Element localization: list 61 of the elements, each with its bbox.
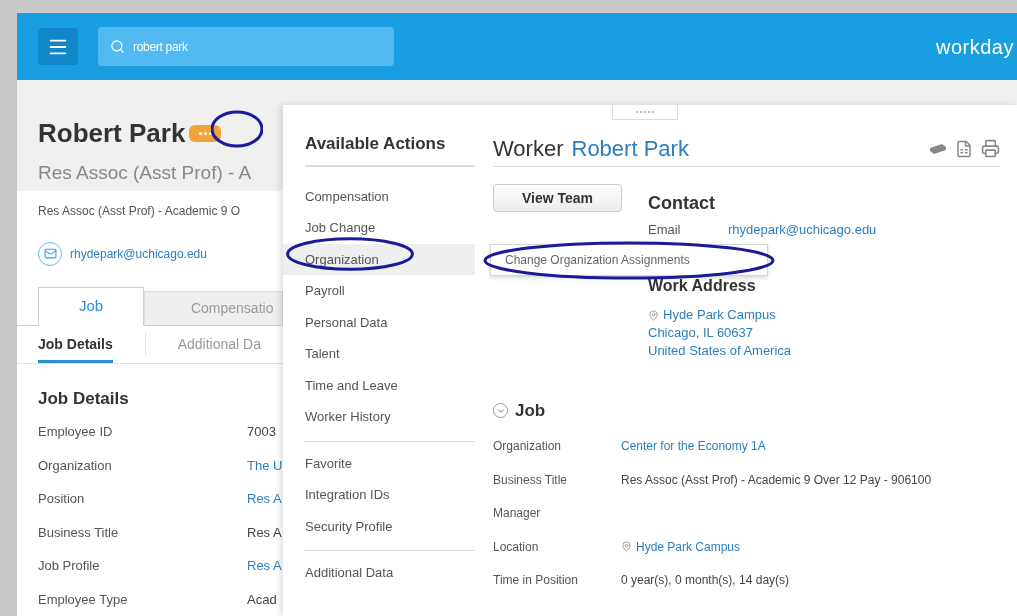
field-value: Res Assoc (Asst Prof) - Academic 9 Over 12 Pay - 906100 bbox=[621, 471, 932, 489]
action-item[interactable]: Job Change bbox=[283, 212, 475, 244]
field-value: Res A bbox=[247, 523, 282, 542]
section-heading: Work Address bbox=[648, 276, 757, 296]
action-item[interactable]: Security Profile bbox=[283, 510, 475, 542]
field-label: Business Title bbox=[493, 471, 569, 489]
field-value-link[interactable]: Res A bbox=[247, 556, 282, 576]
field-label: Business Title bbox=[38, 523, 120, 542]
action-item[interactable]: Worker History bbox=[283, 401, 475, 433]
field-label: Organization bbox=[38, 456, 113, 475]
field-label: Organization bbox=[493, 438, 563, 456]
field-label: Employee Type bbox=[38, 590, 129, 609]
action-item[interactable]: Compensation bbox=[283, 180, 475, 212]
tag-icon[interactable] bbox=[929, 142, 947, 155]
field-label: Time in Position bbox=[493, 572, 579, 590]
field-value-link[interactable]: Center for the Economy 1A bbox=[621, 437, 766, 456]
field-label: Email bbox=[648, 221, 682, 240]
menu-button[interactable] bbox=[38, 28, 78, 65]
location-pin-icon bbox=[648, 309, 659, 321]
worker-name: Robert Park bbox=[38, 120, 186, 146]
drag-handle-icon[interactable] bbox=[612, 105, 678, 120]
field-label: Job Profile bbox=[38, 557, 101, 575]
field-value: 7003 bbox=[247, 423, 276, 441]
action-item[interactable]: Favorite bbox=[283, 447, 475, 479]
subtab[interactable]: Job Details bbox=[38, 325, 113, 363]
field-value-link[interactable]: Hyde Park Campus bbox=[636, 537, 741, 556]
field-label: Location bbox=[493, 538, 540, 556]
actions-title: Available Actions bbox=[305, 131, 475, 167]
field-value-link[interactable]: The U bbox=[247, 455, 283, 475]
address-link[interactable]: Chicago, IL 60637 bbox=[648, 324, 877, 342]
panel-title: Worker bbox=[493, 135, 564, 163]
action-item[interactable]: Time and Leave bbox=[283, 369, 475, 401]
action-item[interactable]: Integration IDs bbox=[283, 479, 475, 511]
worker-name-link[interactable]: Robert Park bbox=[571, 132, 689, 165]
view-team-button[interactable]: View Team bbox=[493, 184, 622, 212]
location-pin-icon bbox=[621, 541, 632, 553]
action-item[interactable]: Organization bbox=[283, 243, 475, 275]
tab[interactable]: Job bbox=[38, 286, 144, 326]
field-label: Employee ID bbox=[38, 423, 114, 441]
field-value: Acad bbox=[247, 590, 277, 609]
position-text: Res Assoc (Asst Prof) - Academic 9 O bbox=[38, 202, 242, 220]
spreadsheet-icon[interactable] bbox=[955, 139, 973, 158]
field-label: Manager bbox=[493, 505, 542, 523]
field-value: 0 year(s), 0 month(s), 14 day(s) bbox=[621, 572, 790, 590]
worker-subtitle: Res Assoc (Asst Prof) - A bbox=[38, 161, 253, 185]
field-label: Position bbox=[38, 490, 86, 508]
search-icon bbox=[110, 39, 125, 54]
address-link[interactable]: Hyde Park Campus bbox=[663, 306, 776, 324]
print-icon[interactable] bbox=[981, 139, 1000, 158]
field-value-link[interactable]: Res A bbox=[247, 489, 282, 509]
section-heading: Contact bbox=[648, 192, 716, 215]
section-heading: Job bbox=[515, 400, 546, 422]
action-item[interactable]: Additional Data bbox=[283, 557, 475, 589]
address-link[interactable]: United States of America bbox=[648, 342, 877, 360]
section-heading: Job Details bbox=[38, 387, 130, 410]
logo: workday bbox=[936, 34, 1014, 60]
email-link[interactable]: rhydepark@uchicago.edu bbox=[728, 220, 877, 240]
action-item[interactable]: Talent bbox=[283, 338, 475, 370]
action-item[interactable]: Personal Data bbox=[283, 306, 475, 338]
action-item[interactable]: Payroll bbox=[283, 275, 475, 307]
email-link[interactable]: rhydepark@uchicago.edu bbox=[70, 244, 207, 263]
